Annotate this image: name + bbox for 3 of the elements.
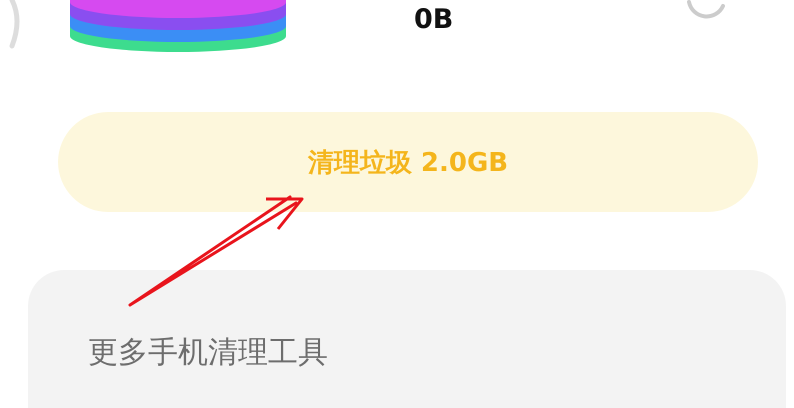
tools-card[interactable]: 更多手机清理工具 xyxy=(28,270,786,408)
storage-size: 0B xyxy=(414,4,454,35)
tools-card-title: 更多手机清理工具 xyxy=(88,335,328,370)
